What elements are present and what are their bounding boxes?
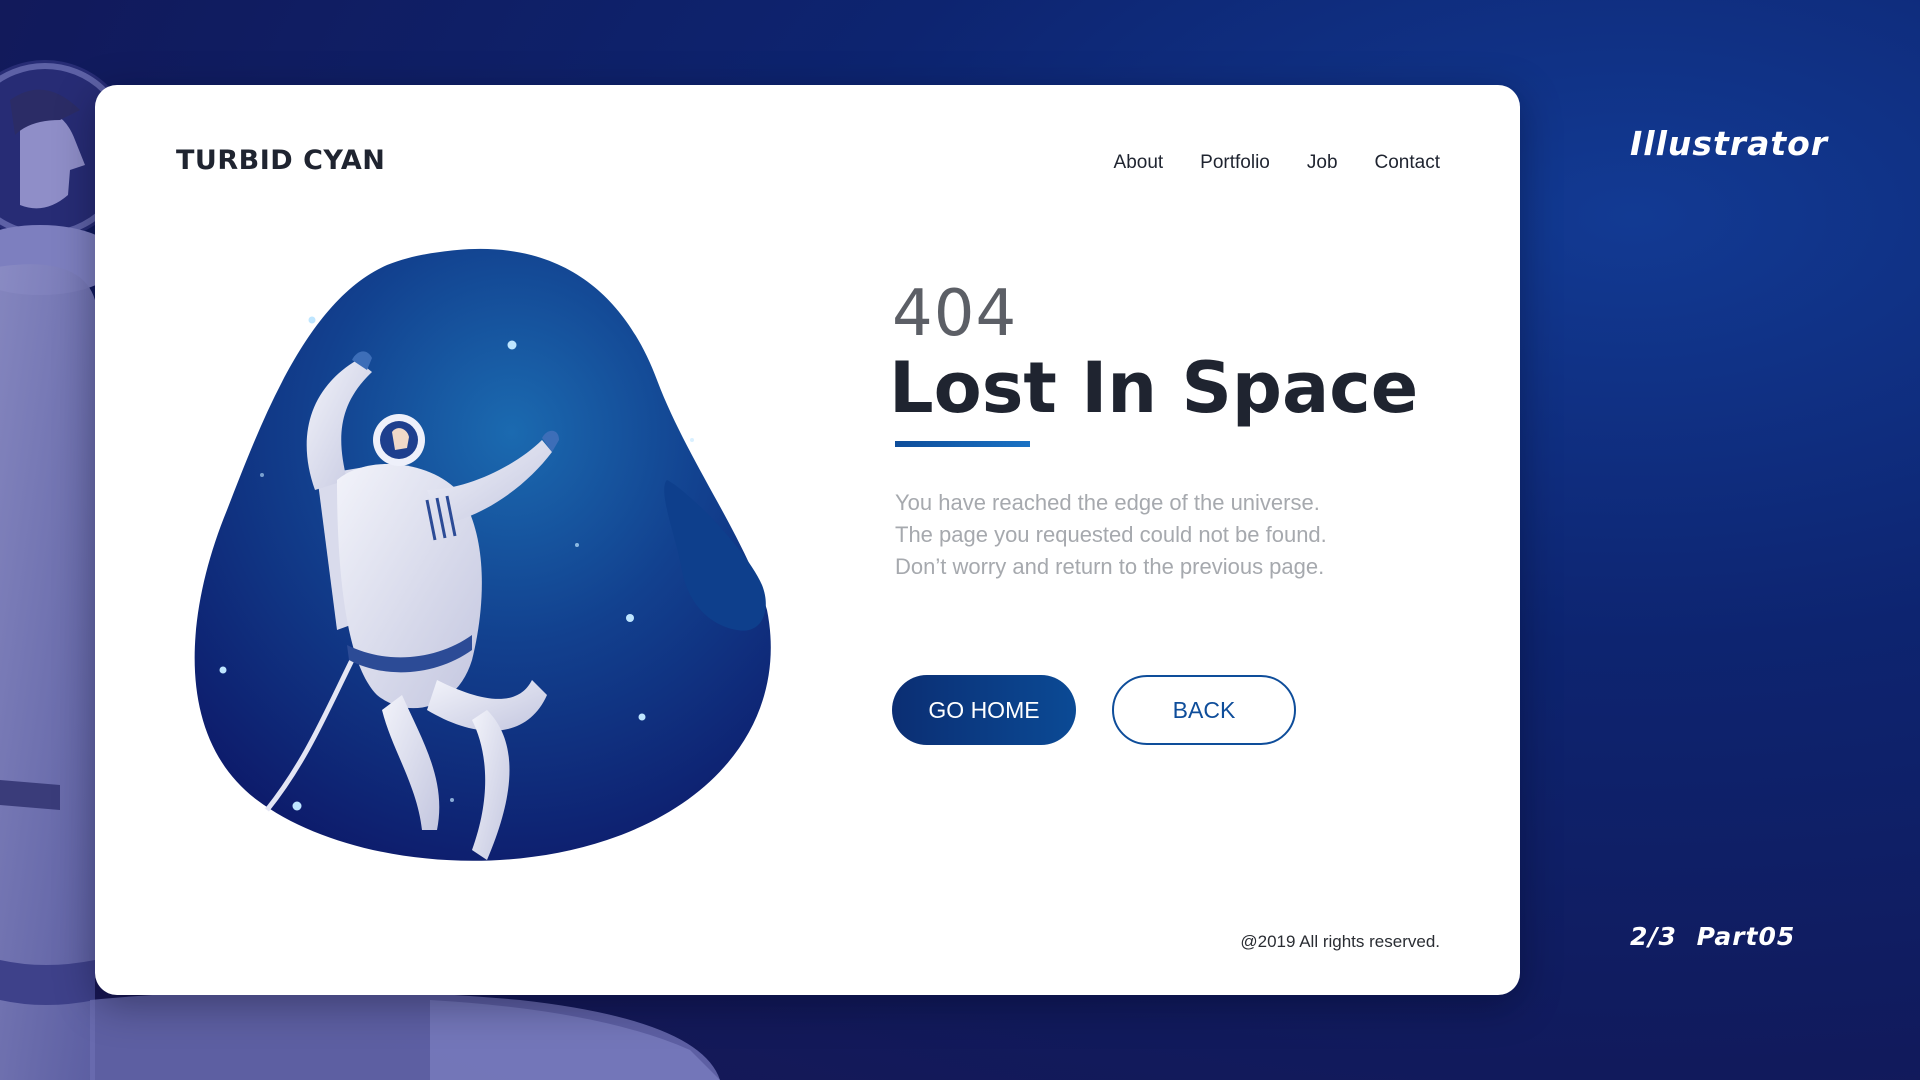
main-nav: About Portfolio Job Contact xyxy=(1114,152,1440,174)
copyright-text: @2019 All rights reserved. xyxy=(1240,932,1440,951)
description-line: The page you requested could not be foun… xyxy=(895,522,1327,547)
back-button[interactable]: BACK xyxy=(1112,675,1296,745)
content-card: TURBID CYAN About Portfolio Job Contact xyxy=(95,85,1520,995)
page-background: Illustrator 2/3 Part05 TURBID CYAN About… xyxy=(0,0,1920,1080)
error-code: 404 xyxy=(892,277,1018,351)
side-title: Illustrator xyxy=(1630,124,1829,163)
nav-job[interactable]: Job xyxy=(1307,152,1338,174)
error-description: You have reached the edge of the univers… xyxy=(895,487,1435,583)
nav-contact[interactable]: Contact xyxy=(1375,152,1440,174)
go-home-button[interactable]: GO HOME xyxy=(892,675,1076,745)
page-indicator: 2/3 Part05 xyxy=(1630,922,1796,951)
description-line: You have reached the edge of the univers… xyxy=(895,490,1320,515)
astronaut-illustration xyxy=(194,248,771,861)
nav-about[interactable]: About xyxy=(1114,152,1164,174)
title-underline xyxy=(895,441,1030,447)
error-title: Lost In Space xyxy=(889,347,1419,429)
description-line: Don’t worry and return to the previous p… xyxy=(895,554,1325,579)
nav-portfolio[interactable]: Portfolio xyxy=(1200,152,1270,174)
brand-logo[interactable]: TURBID CYAN xyxy=(176,145,385,176)
